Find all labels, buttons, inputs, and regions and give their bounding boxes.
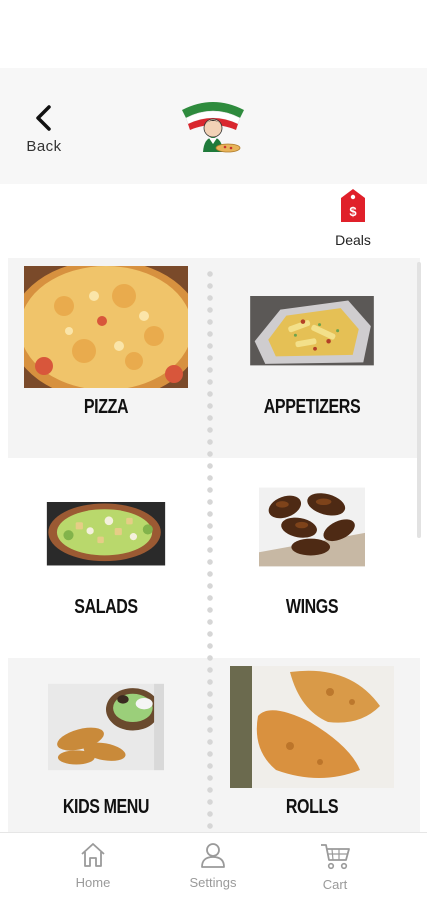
kids-menu-photo bbox=[48, 683, 164, 771]
menu-category-pizza[interactable]: PIZZA bbox=[8, 258, 214, 458]
deals-label: Deals bbox=[335, 232, 371, 248]
user-icon bbox=[201, 843, 225, 868]
app-header: Back bbox=[0, 68, 427, 184]
tab-cart[interactable]: Cart bbox=[290, 841, 380, 897]
appetizers-photo bbox=[250, 296, 374, 366]
deals-tag-symbol: $ bbox=[349, 204, 357, 219]
back-button[interactable]: Back bbox=[20, 100, 70, 156]
price-tag-icon: $ bbox=[341, 189, 365, 222]
tab-settings[interactable]: Settings bbox=[168, 841, 258, 897]
menu-category-grid: PIZZA APPETIZERS SALADS WINGS KIDS MENU … bbox=[8, 258, 421, 832]
salads-photo bbox=[46, 502, 166, 566]
tab-home[interactable]: Home bbox=[48, 841, 138, 897]
menu-category-label: WINGS bbox=[285, 596, 339, 618]
wings-photo bbox=[259, 487, 365, 567]
menu-category-label: SALADS bbox=[74, 596, 138, 618]
pizza-photo bbox=[24, 266, 188, 388]
menu-category-appetizers[interactable]: APPETIZERS bbox=[214, 258, 420, 458]
chevron-left-icon bbox=[36, 105, 51, 131]
home-icon bbox=[81, 843, 105, 867]
menu-category-salads[interactable]: SALADS bbox=[8, 458, 214, 658]
cart-icon bbox=[321, 844, 350, 870]
menu-category-wings[interactable]: WINGS bbox=[214, 458, 420, 658]
menu-category-label: APPETIZERS bbox=[263, 396, 361, 418]
menu-category-label: KIDS MENU bbox=[62, 796, 150, 818]
scrollbar[interactable] bbox=[417, 262, 421, 538]
restaurant-logo bbox=[182, 102, 244, 153]
grid-divider bbox=[206, 268, 214, 832]
bottom-tab-bar: Home Settings Cart bbox=[0, 832, 427, 900]
menu-category-label: ROLLS bbox=[285, 796, 339, 818]
menu-category-kids-menu[interactable]: KIDS MENU bbox=[8, 658, 214, 832]
tab-label: Settings bbox=[189, 875, 237, 890]
menu-category-rolls[interactable]: ROLLS bbox=[214, 658, 420, 832]
menu-category-label: PIZZA bbox=[83, 396, 129, 418]
rolls-photo bbox=[230, 666, 394, 788]
back-label: Back bbox=[26, 138, 62, 155]
tab-label: Home bbox=[75, 875, 111, 890]
tab-label: Cart bbox=[322, 877, 348, 892]
status-bar-area bbox=[0, 0, 427, 68]
deals-button[interactable]: $ Deals bbox=[327, 184, 379, 250]
